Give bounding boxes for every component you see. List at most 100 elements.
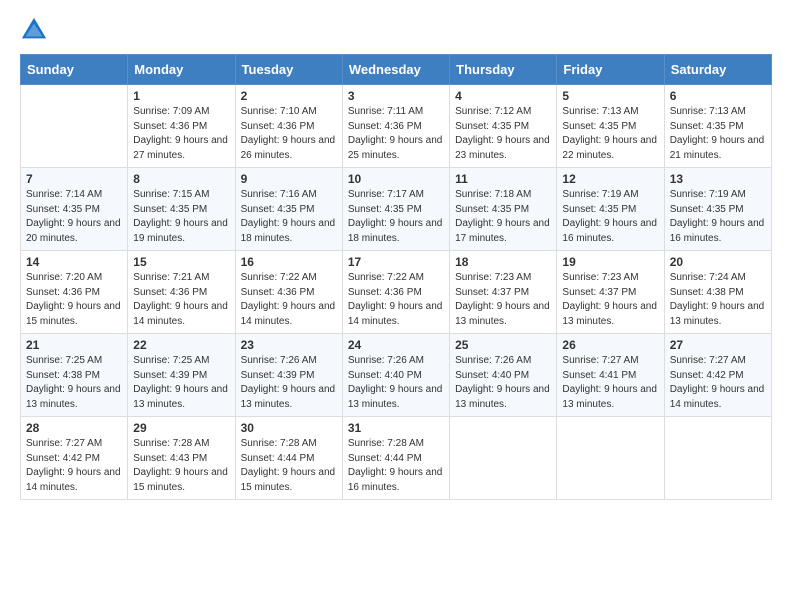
day-number: 15: [133, 255, 229, 269]
calendar-cell: 9 Sunrise: 7:16 AMSunset: 4:35 PMDaylight…: [235, 168, 342, 251]
day-number: 10: [348, 172, 444, 186]
day-number: 6: [670, 89, 766, 103]
day-number: 28: [26, 421, 122, 435]
calendar-cell: [664, 417, 771, 500]
day-number: 26: [562, 338, 658, 352]
calendar-cell: 5 Sunrise: 7:13 AMSunset: 4:35 PMDaylight…: [557, 85, 664, 168]
day-info: Sunrise: 7:12 AMSunset: 4:35 PMDaylight:…: [455, 105, 551, 163]
calendar-cell: 15 Sunrise: 7:21 AMSunset: 4:36 PMDayligh…: [128, 251, 235, 334]
day-number: 9: [241, 172, 337, 186]
day-number: 14: [26, 255, 122, 269]
calendar-cell: 1 Sunrise: 7:09 AMSunset: 4:36 PMDaylight…: [128, 85, 235, 168]
calendar-table: SundayMondayTuesdayWednesdayThursdayFrid…: [20, 54, 772, 500]
day-number: 13: [670, 172, 766, 186]
day-info: Sunrise: 7:24 AMSunset: 4:38 PMDaylight:…: [670, 271, 766, 329]
day-number: 21: [26, 338, 122, 352]
logo-icon: [20, 16, 48, 44]
day-number: 17: [348, 255, 444, 269]
day-number: 5: [562, 89, 658, 103]
day-info: Sunrise: 7:26 AMSunset: 4:39 PMDaylight:…: [241, 354, 337, 412]
calendar-cell: 24 Sunrise: 7:26 AMSunset: 4:40 PMDayligh…: [342, 334, 449, 417]
day-number: 16: [241, 255, 337, 269]
calendar-header-sunday: Sunday: [21, 55, 128, 85]
day-number: 8: [133, 172, 229, 186]
day-info: Sunrise: 7:19 AMSunset: 4:35 PMDaylight:…: [670, 188, 766, 246]
calendar-cell: 21 Sunrise: 7:25 AMSunset: 4:38 PMDayligh…: [21, 334, 128, 417]
calendar-cell: 16 Sunrise: 7:22 AMSunset: 4:36 PMDayligh…: [235, 251, 342, 334]
calendar-cell: 7 Sunrise: 7:14 AMSunset: 4:35 PMDaylight…: [21, 168, 128, 251]
calendar-week-row: 1 Sunrise: 7:09 AMSunset: 4:36 PMDaylight…: [21, 85, 772, 168]
calendar-cell: [21, 85, 128, 168]
day-info: Sunrise: 7:28 AMSunset: 4:44 PMDaylight:…: [348, 437, 444, 495]
day-number: 20: [670, 255, 766, 269]
calendar-cell: 3Sunrise: 7:11 AMSunset: 4:36 PMDaylight…: [342, 85, 449, 168]
logo: [20, 16, 52, 44]
calendar-week-row: 7 Sunrise: 7:14 AMSunset: 4:35 PMDaylight…: [21, 168, 772, 251]
calendar-cell: 2 Sunrise: 7:10 AMSunset: 4:36 PMDaylight…: [235, 85, 342, 168]
calendar-cell: 6Sunrise: 7:13 AMSunset: 4:35 PMDaylight…: [664, 85, 771, 168]
day-number: 19: [562, 255, 658, 269]
calendar-cell: 8Sunrise: 7:15 AMSunset: 4:35 PMDaylight…: [128, 168, 235, 251]
day-info: Sunrise: 7:16 AMSunset: 4:35 PMDaylight:…: [241, 188, 337, 246]
day-info: Sunrise: 7:10 AMSunset: 4:36 PMDaylight:…: [241, 105, 337, 163]
day-info: Sunrise: 7:09 AMSunset: 4:36 PMDaylight:…: [133, 105, 229, 163]
calendar-cell: [450, 417, 557, 500]
day-info: Sunrise: 7:23 AMSunset: 4:37 PMDaylight:…: [455, 271, 551, 329]
day-info: Sunrise: 7:25 AMSunset: 4:38 PMDaylight:…: [26, 354, 122, 412]
calendar-cell: 30Sunrise: 7:28 AMSunset: 4:44 PMDayligh…: [235, 417, 342, 500]
day-info: Sunrise: 7:21 AMSunset: 4:36 PMDaylight:…: [133, 271, 229, 329]
calendar-week-row: 14 Sunrise: 7:20 AMSunset: 4:36 PMDayligh…: [21, 251, 772, 334]
day-info: Sunrise: 7:20 AMSunset: 4:36 PMDaylight:…: [26, 271, 122, 329]
calendar-header-friday: Friday: [557, 55, 664, 85]
day-info: Sunrise: 7:11 AMSunset: 4:36 PMDaylight:…: [348, 105, 444, 163]
calendar-cell: 11 Sunrise: 7:18 AMSunset: 4:35 PMDayligh…: [450, 168, 557, 251]
day-number: 1: [133, 89, 229, 103]
day-info: Sunrise: 7:22 AMSunset: 4:36 PMDaylight:…: [348, 271, 444, 329]
calendar-cell: 31 Sunrise: 7:28 AMSunset: 4:44 PMDayligh…: [342, 417, 449, 500]
day-number: 27: [670, 338, 766, 352]
calendar-header-wednesday: Wednesday: [342, 55, 449, 85]
calendar-cell: 12 Sunrise: 7:19 AMSunset: 4:35 PMDayligh…: [557, 168, 664, 251]
day-info: Sunrise: 7:27 AMSunset: 4:41 PMDaylight:…: [562, 354, 658, 412]
calendar-week-row: 21 Sunrise: 7:25 AMSunset: 4:38 PMDayligh…: [21, 334, 772, 417]
day-number: 31: [348, 421, 444, 435]
day-info: Sunrise: 7:18 AMSunset: 4:35 PMDaylight:…: [455, 188, 551, 246]
day-number: 29: [133, 421, 229, 435]
calendar-cell: 18 Sunrise: 7:23 AMSunset: 4:37 PMDayligh…: [450, 251, 557, 334]
day-info: Sunrise: 7:22 AMSunset: 4:36 PMDaylight:…: [241, 271, 337, 329]
calendar-cell: 10 Sunrise: 7:17 AMSunset: 4:35 PMDayligh…: [342, 168, 449, 251]
day-info: Sunrise: 7:23 AMSunset: 4:37 PMDaylight:…: [562, 271, 658, 329]
calendar-header-thursday: Thursday: [450, 55, 557, 85]
calendar-header-monday: Monday: [128, 55, 235, 85]
header: [20, 16, 772, 44]
calendar-header-saturday: Saturday: [664, 55, 771, 85]
day-number: 7: [26, 172, 122, 186]
day-info: Sunrise: 7:28 AMSunset: 4:44 PMDaylight:…: [241, 437, 337, 495]
day-number: 25: [455, 338, 551, 352]
calendar-cell: 13 Sunrise: 7:19 AMSunset: 4:35 PMDayligh…: [664, 168, 771, 251]
day-info: Sunrise: 7:17 AMSunset: 4:35 PMDaylight:…: [348, 188, 444, 246]
day-number: 4: [455, 89, 551, 103]
day-number: 24: [348, 338, 444, 352]
day-info: Sunrise: 7:26 AMSunset: 4:40 PMDaylight:…: [455, 354, 551, 412]
calendar-cell: 4 Sunrise: 7:12 AMSunset: 4:35 PMDaylight…: [450, 85, 557, 168]
day-info: Sunrise: 7:14 AMSunset: 4:35 PMDaylight:…: [26, 188, 122, 246]
day-info: Sunrise: 7:25 AMSunset: 4:39 PMDaylight:…: [133, 354, 229, 412]
day-number: 2: [241, 89, 337, 103]
day-info: Sunrise: 7:27 AMSunset: 4:42 PMDaylight:…: [670, 354, 766, 412]
day-info: Sunrise: 7:28 AMSunset: 4:43 PMDaylight:…: [133, 437, 229, 495]
day-info: Sunrise: 7:13 AMSunset: 4:35 PMDaylight:…: [562, 105, 658, 163]
day-number: 18: [455, 255, 551, 269]
calendar-header-row: SundayMondayTuesdayWednesdayThursdayFrid…: [21, 55, 772, 85]
day-info: Sunrise: 7:26 AMSunset: 4:40 PMDaylight:…: [348, 354, 444, 412]
day-number: 12: [562, 172, 658, 186]
day-info: Sunrise: 7:19 AMSunset: 4:35 PMDaylight:…: [562, 188, 658, 246]
calendar-cell: 14 Sunrise: 7:20 AMSunset: 4:36 PMDayligh…: [21, 251, 128, 334]
calendar-cell: 20 Sunrise: 7:24 AMSunset: 4:38 PMDayligh…: [664, 251, 771, 334]
calendar-cell: 22Sunrise: 7:25 AMSunset: 4:39 PMDayligh…: [128, 334, 235, 417]
day-number: 23: [241, 338, 337, 352]
calendar-cell: 17 Sunrise: 7:22 AMSunset: 4:36 PMDayligh…: [342, 251, 449, 334]
calendar-cell: 28Sunrise: 7:27 AMSunset: 4:42 PMDayligh…: [21, 417, 128, 500]
day-number: 11: [455, 172, 551, 186]
calendar-cell: 26 Sunrise: 7:27 AMSunset: 4:41 PMDayligh…: [557, 334, 664, 417]
